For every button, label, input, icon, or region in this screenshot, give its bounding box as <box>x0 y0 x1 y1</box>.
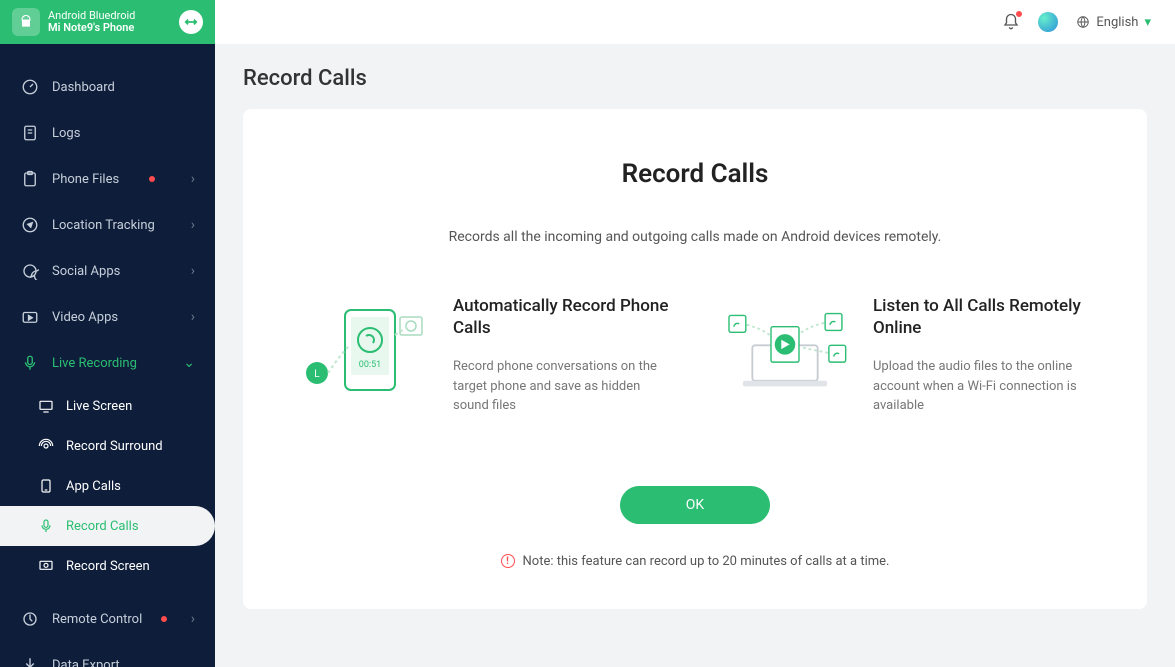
feature-title: Listen to All Calls Remotely Online <box>873 295 1095 339</box>
card-heading: Record Calls <box>283 159 1107 189</box>
feature-card: Record Calls Records all the incoming an… <box>243 109 1147 609</box>
sidebar-item-video-apps[interactable]: Video Apps › <box>0 294 215 340</box>
navigation: Dashboard Logs Phone Files › Location Tr… <box>0 44 215 667</box>
feature-title: Automatically Record Phone Calls <box>453 295 675 339</box>
sidebar-item-data-export[interactable]: Data Export <box>0 642 215 667</box>
note-text: Note: this feature can record up to 20 m… <box>523 554 890 569</box>
subitem-label: Live Screen <box>66 399 132 414</box>
sidebar: Android Bluedroid Mi Note9's Phone Dashb… <box>0 0 215 667</box>
chevron-right-icon: › <box>191 611 195 627</box>
sidebar-item-live-recording[interactable]: Live Recording ⌄ <box>0 340 215 386</box>
swap-device-icon[interactable] <box>179 10 203 34</box>
card-subtitle: Records all the incoming and outgoing ca… <box>283 229 1107 245</box>
globe-icon[interactable] <box>1038 12 1058 32</box>
subitem-label: Record Surround <box>66 439 163 454</box>
video-icon <box>20 308 40 326</box>
remote-icon <box>20 610 40 628</box>
mic-icon <box>36 518 56 534</box>
feature-desc: Upload the audio files to the online acc… <box>873 357 1095 416</box>
sidebar-item-remote-control[interactable]: Remote Control › <box>0 596 215 642</box>
laptop-upload-illustration <box>715 295 855 405</box>
sidebar-item-logs[interactable]: Logs <box>0 110 215 156</box>
feature-desc: Record phone conversations on the target… <box>453 357 675 416</box>
sidebar-item-social-apps[interactable]: Social Apps › <box>0 248 215 294</box>
topbar: English ▾ <box>215 0 1175 44</box>
surround-icon <box>36 438 56 454</box>
record-screen-icon <box>36 558 56 574</box>
sidebar-item-label: Location Tracking <box>52 218 155 233</box>
chevron-right-icon: › <box>191 217 195 233</box>
sidebar-item-label: Live Recording <box>52 356 137 371</box>
android-icon <box>12 8 40 36</box>
device-header[interactable]: Android Bluedroid Mi Note9's Phone <box>0 0 215 44</box>
subitem-label: Record Calls <box>66 519 139 534</box>
features-row: 00:51 L Automatically Record Phone Calls… <box>283 295 1107 416</box>
subitem-record-screen[interactable]: Record Screen <box>0 546 215 586</box>
notification-badge <box>1016 11 1022 17</box>
sidebar-item-location-tracking[interactable]: Location Tracking › <box>0 202 215 248</box>
document-icon <box>20 124 40 142</box>
clipboard-icon <box>20 170 40 188</box>
subitem-app-calls[interactable]: App Calls <box>0 466 215 506</box>
device-text: Android Bluedroid Mi Note9's Phone <box>48 10 179 34</box>
svg-text:00:51: 00:51 <box>359 360 381 370</box>
chat-icon <box>20 262 40 280</box>
sidebar-item-label: Dashboard <box>52 80 115 95</box>
mic-icon <box>20 354 40 372</box>
subitem-record-calls[interactable]: Record Calls <box>0 506 215 546</box>
device-name: Mi Note9's Phone <box>48 22 179 34</box>
sidebar-item-label: Data Export <box>52 658 120 667</box>
gauge-icon <box>20 78 40 96</box>
feature-listen-remote: Listen to All Calls Remotely Online Uplo… <box>715 295 1095 416</box>
subitem-record-surround[interactable]: Record Surround <box>0 426 215 466</box>
sidebar-item-phone-files[interactable]: Phone Files › <box>0 156 215 202</box>
feature-auto-record: 00:51 L Automatically Record Phone Calls… <box>295 295 675 416</box>
sidebar-item-label: Logs <box>52 126 80 141</box>
compass-icon <box>20 216 40 234</box>
warning-icon: ! <box>501 554 515 568</box>
note: ! Note: this feature can record up to 20… <box>283 554 1107 569</box>
sidebar-item-label: Remote Control <box>52 612 142 627</box>
subitem-label: App Calls <box>66 479 121 494</box>
chevron-down-icon: ⌄ <box>183 355 195 371</box>
main-area: English ▾ Record Calls Record Calls Reco… <box>215 0 1175 667</box>
subitem-live-screen[interactable]: Live Screen <box>0 386 215 426</box>
monitor-icon <box>36 398 56 414</box>
notification-dot <box>149 176 155 182</box>
export-icon <box>20 656 40 667</box>
caret-down-icon: ▾ <box>1144 15 1151 30</box>
chevron-right-icon: › <box>191 171 195 187</box>
language-selector[interactable]: English ▾ <box>1076 15 1151 30</box>
svg-text:L: L <box>314 369 320 380</box>
subitem-label: Record Screen <box>66 559 150 574</box>
content: Record Calls Record Calls Records all th… <box>215 44 1175 667</box>
language-label: English <box>1096 15 1138 30</box>
page-title: Record Calls <box>243 66 1147 91</box>
sidebar-item-label: Video Apps <box>52 310 118 325</box>
feature-text: Listen to All Calls Remotely Online Uplo… <box>873 295 1095 416</box>
phone-record-illustration: 00:51 L <box>295 295 435 405</box>
notifications-button[interactable] <box>1002 13 1020 31</box>
sidebar-item-dashboard[interactable]: Dashboard <box>0 64 215 110</box>
sidebar-item-label: Phone Files <box>52 172 119 187</box>
phone-app-icon <box>36 478 56 494</box>
sidebar-item-label: Social Apps <box>52 264 120 279</box>
chevron-right-icon: › <box>191 309 195 325</box>
notification-dot <box>161 616 167 622</box>
ok-button[interactable]: OK <box>620 486 770 524</box>
chevron-right-icon: › <box>191 263 195 279</box>
feature-text: Automatically Record Phone Calls Record … <box>453 295 675 416</box>
